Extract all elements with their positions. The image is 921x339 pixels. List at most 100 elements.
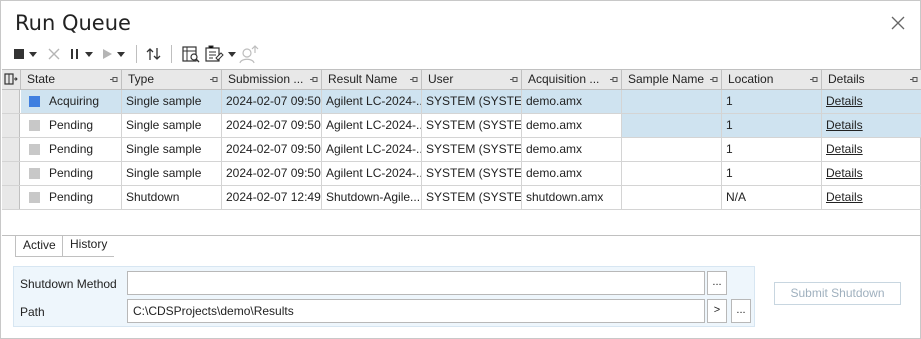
row-header[interactable] bbox=[2, 162, 20, 185]
column-chooser-icon bbox=[4, 73, 18, 85]
cell-details: Details bbox=[822, 90, 921, 113]
tab-history[interactable]: History bbox=[63, 236, 115, 257]
cell-details: Details bbox=[822, 162, 921, 185]
shutdown-method-browse-button[interactable]: ... bbox=[707, 271, 727, 295]
cell-type: Shutdown bbox=[122, 186, 222, 209]
chevron-down-icon bbox=[228, 51, 236, 57]
cell-details: Details bbox=[822, 138, 921, 161]
move-button[interactable] bbox=[144, 43, 164, 65]
table-row[interactable]: Pending Single sample 2024-02-07 09:50..… bbox=[2, 114, 921, 138]
cell-acquisition: demo.amx bbox=[522, 138, 622, 161]
queue-properties-icon bbox=[182, 46, 200, 63]
cell-type: Single sample bbox=[122, 90, 222, 113]
cell-result-name: Agilent LC-2024-... bbox=[322, 138, 422, 161]
abort-icon bbox=[48, 48, 60, 60]
toolbar-separator bbox=[136, 45, 137, 63]
path-field[interactable]: C:\CDSProjects\demo\Results bbox=[127, 299, 705, 323]
user-icon bbox=[239, 45, 259, 64]
state-indicator bbox=[29, 144, 40, 155]
cell-type: Single sample bbox=[122, 114, 222, 137]
cell-state: Pending bbox=[21, 138, 122, 161]
column-header-label: Details bbox=[828, 72, 865, 86]
submit-shutdown-button[interactable]: Submit Shutdown bbox=[774, 282, 901, 305]
user-button[interactable] bbox=[237, 43, 261, 65]
column-chooser-button[interactable] bbox=[2, 70, 21, 89]
column-header-user[interactable]: User bbox=[422, 70, 522, 89]
cell-user: SYSTEM (SYSTEM) bbox=[422, 162, 522, 185]
chevron-down-icon bbox=[29, 51, 37, 57]
pin-icon[interactable] bbox=[110, 76, 118, 83]
plan-icon bbox=[205, 45, 224, 62]
pin-icon[interactable] bbox=[210, 76, 218, 83]
column-header-state[interactable]: State bbox=[21, 70, 122, 89]
pin-icon[interactable] bbox=[910, 76, 918, 83]
cell-submission: 2024-02-07 09:50... bbox=[222, 138, 322, 161]
cell-location: 1 bbox=[722, 114, 822, 137]
cell-submission: 2024-02-07 09:50... bbox=[222, 90, 322, 113]
cell-location: 1 bbox=[722, 162, 822, 185]
toolbar-separator bbox=[171, 45, 172, 63]
row-header[interactable] bbox=[2, 114, 20, 137]
table-row[interactable]: Pending Single sample 2024-02-07 09:50..… bbox=[2, 138, 921, 162]
details-link[interactable]: Details bbox=[826, 190, 863, 204]
chevron-down-icon bbox=[117, 51, 125, 57]
resume-button[interactable] bbox=[97, 43, 129, 65]
column-header-acquisition[interactable]: Acquisition ... bbox=[522, 70, 622, 89]
state-indicator bbox=[29, 96, 40, 107]
shutdown-method-label: Shutdown Method bbox=[20, 277, 117, 291]
close-icon[interactable] bbox=[890, 15, 906, 31]
cell-location: 1 bbox=[722, 90, 822, 113]
run-queue-window: Run Queue State Type Submission ... Resu… bbox=[0, 0, 921, 339]
stop-button[interactable] bbox=[13, 43, 43, 65]
details-link[interactable]: Details bbox=[826, 118, 863, 132]
cell-acquisition: demo.amx bbox=[522, 162, 622, 185]
details-link[interactable]: Details bbox=[826, 94, 863, 108]
state-indicator bbox=[29, 192, 40, 203]
row-header[interactable] bbox=[2, 138, 20, 161]
cell-type: Single sample bbox=[122, 162, 222, 185]
cell-details: Details bbox=[822, 186, 921, 209]
pin-icon[interactable] bbox=[510, 76, 518, 83]
cell-type: Single sample bbox=[122, 138, 222, 161]
cell-result-name: Agilent LC-2024-... bbox=[322, 90, 422, 113]
pin-icon[interactable] bbox=[810, 76, 818, 83]
path-browse-button[interactable]: ... bbox=[731, 299, 751, 323]
pin-icon[interactable] bbox=[410, 76, 418, 83]
column-header-sample-name[interactable]: Sample Name bbox=[622, 70, 722, 89]
cell-acquisition: demo.amx bbox=[522, 90, 622, 113]
column-header-label: State bbox=[27, 72, 56, 86]
abort-button[interactable] bbox=[43, 43, 65, 65]
play-icon bbox=[103, 49, 112, 59]
toolbar bbox=[13, 43, 261, 65]
column-header-label: Submission ... bbox=[228, 72, 304, 86]
shutdown-method-field[interactable] bbox=[127, 271, 705, 295]
cell-user: SYSTEM (SYSTEM) bbox=[422, 90, 522, 113]
cell-state: Acquiring bbox=[21, 90, 122, 113]
state-indicator bbox=[29, 168, 40, 179]
column-header-details[interactable]: Details bbox=[822, 70, 921, 89]
column-header-location[interactable]: Location bbox=[722, 70, 822, 89]
column-header-submission[interactable]: Submission ... bbox=[222, 70, 322, 89]
cell-sample-name bbox=[622, 138, 722, 161]
tab-strip-divider bbox=[2, 235, 921, 236]
chevron-down-icon bbox=[85, 51, 93, 57]
row-header[interactable] bbox=[2, 186, 20, 209]
column-header-type[interactable]: Type bbox=[122, 70, 222, 89]
pause-button[interactable] bbox=[65, 43, 97, 65]
row-header[interactable] bbox=[2, 90, 20, 113]
table-row[interactable]: Pending Shutdown 2024-02-07 12:49... Shu… bbox=[2, 186, 921, 210]
tab-active[interactable]: Active bbox=[15, 236, 63, 257]
queue-properties-button[interactable] bbox=[179, 43, 203, 65]
pin-icon[interactable] bbox=[310, 76, 318, 83]
plan-button[interactable] bbox=[203, 43, 237, 65]
path-arrow-button[interactable]: > bbox=[707, 299, 727, 323]
cell-sample-name bbox=[622, 162, 722, 185]
cell-location: 1 bbox=[722, 138, 822, 161]
details-link[interactable]: Details bbox=[826, 142, 863, 156]
pin-icon[interactable] bbox=[610, 76, 618, 83]
pin-icon[interactable] bbox=[710, 76, 718, 83]
details-link[interactable]: Details bbox=[826, 166, 863, 180]
column-header-result-name[interactable]: Result Name bbox=[322, 70, 422, 89]
table-row[interactable]: Acquiring Single sample 2024-02-07 09:50… bbox=[2, 90, 921, 114]
table-row[interactable]: Pending Single sample 2024-02-07 09:50..… bbox=[2, 162, 921, 186]
